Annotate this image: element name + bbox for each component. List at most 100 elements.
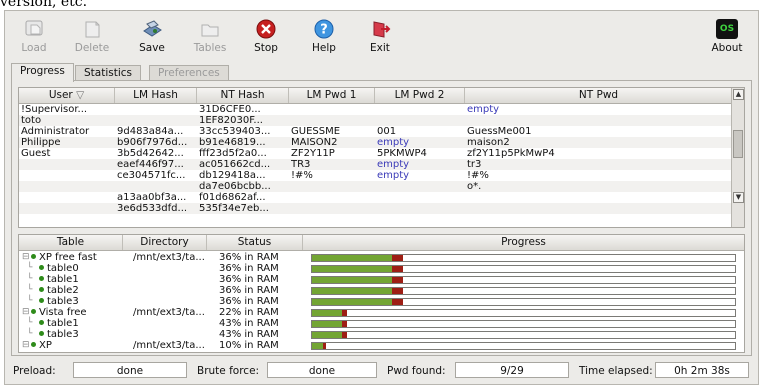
stop-button[interactable]: Stop xyxy=(241,13,291,59)
progress-fill xyxy=(312,332,342,338)
exit-button[interactable]: Exit xyxy=(355,13,405,59)
tree-branch-icon: └ xyxy=(27,318,33,328)
time-elapsed-value: 0h 2m 38s xyxy=(655,362,749,378)
table-list-item[interactable]: └ table3 36% in RAM xyxy=(19,296,744,307)
table-directory xyxy=(133,285,205,296)
cell-lm-pwd2 xyxy=(377,104,465,115)
hash-table-scrollbar[interactable]: ▲ ▼ xyxy=(731,88,744,227)
tab-preferences[interactable]: Preferences xyxy=(149,65,229,81)
table-name-label: table3 xyxy=(47,296,79,307)
cell-nt-hash: 1EF82030F... xyxy=(199,115,263,126)
progress-panel: User ▽ LM Hash NT Hash LM Pwd 1 LM Pwd 2… xyxy=(11,80,752,356)
progress-marker xyxy=(392,255,403,261)
table-list-item[interactable]: └ table2 36% in RAM xyxy=(19,285,744,296)
exit-icon xyxy=(369,19,391,39)
tree-branch-icon: └ xyxy=(27,296,33,306)
tables-button[interactable]: Tables xyxy=(185,13,235,59)
load-icon xyxy=(23,19,45,39)
table-name-label: table1 xyxy=(47,318,79,329)
table-row[interactable]: ce304571fc... db129418a... !#% empty !#% xyxy=(19,170,731,181)
about-button[interactable]: OS About xyxy=(702,13,752,59)
scroll-thumb[interactable] xyxy=(733,130,743,158)
table-row[interactable]: toto 1EF82030F... xyxy=(19,115,731,126)
cell-lm-pwd2: 001 xyxy=(377,126,397,137)
cell-nt-pwd xyxy=(467,192,731,203)
col-lm-pwd1[interactable]: LM Pwd 1 xyxy=(289,88,375,103)
table-row[interactable]: 3e6d533dfd... 535f34e7eb... xyxy=(19,203,731,214)
cell-nt-hash: 31D6CFE0... xyxy=(199,104,261,115)
col-nt-pwd[interactable]: NT Pwd xyxy=(465,88,733,103)
status-dot-icon xyxy=(39,287,44,292)
col-nt-hash[interactable]: NT Hash xyxy=(197,88,289,103)
col-lm-pwd2[interactable]: LM Pwd 2 xyxy=(375,88,465,103)
col-status[interactable]: Status xyxy=(207,235,303,250)
table-list-item[interactable]: └ table1 36% in RAM xyxy=(19,274,744,285)
table-list-item[interactable]: ⊟ XP/mnt/ext3/ta... 10% in RAM xyxy=(19,340,744,351)
col-lm-hash[interactable]: LM Hash xyxy=(115,88,197,103)
status-dot-icon xyxy=(39,265,44,270)
expand-toggle-icon[interactable]: ⊟ xyxy=(22,340,30,351)
col-user[interactable]: User ▽ xyxy=(19,88,115,103)
status-dot-icon xyxy=(31,309,36,314)
cell-lm-pwd2 xyxy=(377,115,465,126)
scroll-up-icon[interactable]: ▲ xyxy=(733,89,744,100)
status-dot-icon xyxy=(31,254,36,259)
table-name-label: table3 xyxy=(47,329,79,340)
tree-branch-icon: └ xyxy=(27,285,33,295)
caption-text: version, etc. xyxy=(0,0,88,10)
hash-table: User ▽ LM Hash NT Hash LM Pwd 1 LM Pwd 2… xyxy=(18,87,745,228)
table-row[interactable]: Administrator 9d483a84a... 33cc539403... GU… xyxy=(19,126,731,137)
tree-branch-icon: └ xyxy=(27,274,33,284)
delete-label: Delete xyxy=(74,42,110,54)
status-dot-icon xyxy=(39,320,44,325)
delete-button[interactable]: Delete xyxy=(67,13,117,59)
save-label: Save xyxy=(139,42,165,54)
scroll-down-icon[interactable]: ▼ xyxy=(733,192,744,203)
table-list-item[interactable]: ⊟ Vista free/mnt/ext3/ta... 22% in RAM xyxy=(19,307,744,318)
cell-user: Philippe xyxy=(21,137,61,148)
tab-statistics[interactable]: Statistics xyxy=(75,65,141,81)
table-list-item[interactable]: └ table0 36% in RAM xyxy=(19,263,744,274)
table-list-item[interactable]: └ table1 43% in RAM xyxy=(19,318,744,329)
table-list-item[interactable]: ⊟ XP free fast/mnt/ext3/ta... 36% in RAM xyxy=(19,252,744,263)
cell-nt-pwd: o*. xyxy=(467,181,482,192)
help-button[interactable]: ? Help xyxy=(299,13,349,59)
progress-bar xyxy=(311,287,736,295)
table-row[interactable]: eaef446f97... ac051662cd... TR3 empty tr3 xyxy=(19,159,731,170)
brute-force-value: done xyxy=(267,362,377,378)
cell-user xyxy=(21,192,115,203)
table-row[interactable]: Philippe b906f7976d... b91e46819... MAISON2… xyxy=(19,137,731,148)
table-name: table3 xyxy=(39,329,129,340)
cell-lm-hash: 9d483a84a... xyxy=(117,126,184,137)
table-row[interactable]: da7e06bcbb... o*. xyxy=(19,181,731,192)
table-row[interactable]: a13aa0bf3a... f01d6862af... xyxy=(19,192,731,203)
save-button[interactable]: Save xyxy=(127,13,177,59)
tables-icon xyxy=(199,19,221,39)
col-progress[interactable]: Progress xyxy=(303,235,744,250)
toolbar: Load Delete Save Tables Stop ? Help Exit… xyxy=(9,13,754,59)
cell-lm-pwd1: MAISON2 xyxy=(291,137,338,148)
load-button[interactable]: Load xyxy=(9,13,59,59)
status-dot-icon xyxy=(39,331,44,336)
table-row[interactable]: Guest 3b5d42642... fff23d5f2a0... ZF2Y11P 5P… xyxy=(19,148,731,159)
expand-toggle-icon[interactable]: ⊟ xyxy=(22,307,30,318)
table-row[interactable]: !Supervisor... 31D6CFE0... empty xyxy=(19,104,731,115)
cell-lm-hash xyxy=(117,115,197,126)
cell-nt-hash: ac051662cd... xyxy=(199,159,271,170)
cell-user xyxy=(21,159,115,170)
progress-fill xyxy=(312,343,323,349)
progress-fill xyxy=(312,255,392,261)
tab-progress[interactable]: Progress xyxy=(11,63,74,82)
table-directory xyxy=(133,274,205,285)
table-status: 36% in RAM xyxy=(219,285,279,296)
brute-force-label: Brute force: xyxy=(197,365,260,377)
col-user-label: User xyxy=(48,89,73,101)
expand-toggle-icon[interactable]: ⊟ xyxy=(22,252,30,263)
col-directory[interactable]: Directory xyxy=(123,235,207,250)
about-label: About xyxy=(711,42,743,54)
table-directory: /mnt/ext3/ta... xyxy=(133,307,205,318)
cell-lm-pwd2 xyxy=(377,203,465,214)
col-table[interactable]: Table xyxy=(19,235,123,250)
table-list-item[interactable]: └ table3 43% in RAM xyxy=(19,329,744,340)
stop-icon xyxy=(255,19,277,39)
